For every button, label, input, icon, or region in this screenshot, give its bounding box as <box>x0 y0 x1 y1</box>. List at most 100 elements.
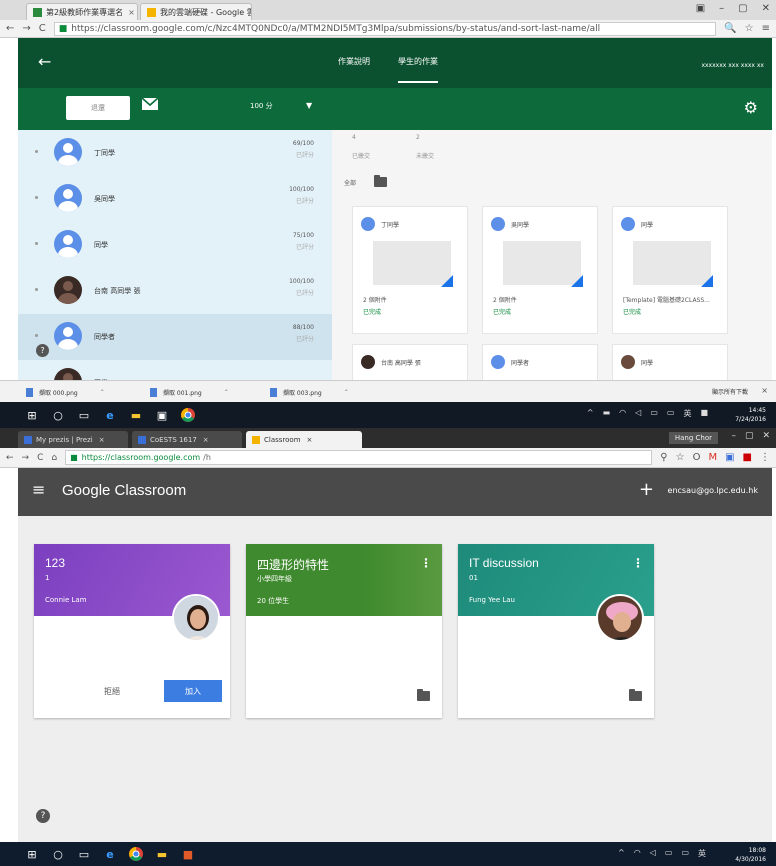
checkbox[interactable] <box>35 196 38 199</box>
filter-all[interactable]: 全部 <box>344 175 388 187</box>
url-input[interactable]: ■ https://classroom.google.com/h <box>65 450 653 465</box>
url-input[interactable]: ■ https://classroom.google.com/c/Nzc4MTQ… <box>53 21 717 36</box>
tab-student-work[interactable]: 學生的作業 <box>398 56 438 83</box>
powerpoint-icon[interactable]: ■ <box>180 846 196 862</box>
keyboard-icon[interactable]: ▭ <box>667 408 675 419</box>
minimize-icon[interactable]: – <box>719 3 724 14</box>
browser-tab-1[interactable]: 第2級教師作業專選名 × <box>26 3 138 20</box>
app-brand[interactable]: Google Classroom <box>62 482 186 499</box>
close-icon[interactable]: × <box>128 8 135 17</box>
windows-start-icon[interactable]: ⊞ <box>24 407 40 423</box>
file-explorer-icon[interactable]: ▬ <box>154 846 170 862</box>
hamburger-menu-icon[interactable]: ≡ <box>32 480 45 499</box>
notification-icon[interactable]: ▭ <box>650 408 658 419</box>
windows-start-icon[interactable]: ⊞ <box>24 846 40 862</box>
caret-down-icon[interactable]: ▼ <box>306 101 312 110</box>
checkbox[interactable] <box>35 288 38 291</box>
maximize-icon[interactable]: ▢ <box>738 3 747 14</box>
extension-icon[interactable]: ▣ <box>725 452 734 463</box>
opera-icon[interactable]: O <box>693 452 701 463</box>
student-row[interactable]: 同學 <box>18 360 332 380</box>
pdf-icon[interactable]: ■ <box>743 452 752 463</box>
download-item[interactable]: 擷取 001.png ⌃ <box>150 385 229 399</box>
edge-icon[interactable]: e <box>102 407 118 423</box>
download-item[interactable]: 擷取 000.png ⌃ <box>26 385 105 399</box>
close-window-icon[interactable]: ✕ <box>762 431 770 441</box>
volume-icon[interactable]: ◁ <box>635 408 641 419</box>
class-card[interactable]: IT discussion 01 Fung Yee Lau ⋮ <box>458 544 654 718</box>
reload-icon[interactable]: C <box>37 453 43 463</box>
store-icon[interactable]: ▣ <box>154 407 170 423</box>
close-icon[interactable]: × <box>761 386 768 395</box>
student-row[interactable]: 丁同學 69/100 已評分 <box>18 130 332 176</box>
more-vert-icon[interactable]: ⋮ <box>420 556 432 570</box>
account-menu[interactable]: encsau@go.lpc.edu.hk <box>668 486 758 495</box>
taskbar-clock[interactable]: 14:45 7/24/2016 <box>735 406 766 424</box>
submission-card[interactable]: 台南 高同學 張 <box>352 344 468 380</box>
download-item[interactable]: 擷取 003.png ⌃ <box>270 385 349 399</box>
account-name[interactable]: xxxxxxx xxx xxxx xx <box>701 62 764 69</box>
reload-icon[interactable]: C <box>39 23 46 34</box>
help-icon[interactable]: ? <box>36 344 49 357</box>
join-button[interactable]: 加入 <box>164 680 222 702</box>
chevron-up-icon[interactable]: ⌃ <box>224 389 229 396</box>
help-icon[interactable]: ? <box>36 809 50 823</box>
student-row[interactable]: 吳同學 100/100 已評分 <box>18 176 332 222</box>
forward-icon[interactable]: → <box>22 453 30 463</box>
minimize-icon[interactable]: – <box>731 431 736 441</box>
ime-mode-icon[interactable]: ■ <box>700 408 708 419</box>
user-icon[interactable]: ▣ <box>696 3 705 14</box>
submission-card[interactable]: 丁同學 2 個附件 已完成 <box>352 206 468 334</box>
notification-icon[interactable]: ▭ <box>665 848 673 859</box>
browser-tab-3[interactable]: Classroom × <box>246 431 362 448</box>
class-card[interactable]: 四邊形的特性 小學四年級 20 位學生 ⋮ <box>246 544 442 718</box>
submission-card[interactable]: 同學者 <box>482 344 598 380</box>
ime-icon[interactable]: 英 <box>683 408 691 419</box>
class-card[interactable]: 123 1 Connie Lam 拒絕 加入 <box>34 544 230 718</box>
close-icon[interactable]: × <box>99 436 105 444</box>
chevron-up-icon[interactable]: ^ <box>618 848 625 859</box>
menu-icon[interactable]: ≡ <box>762 23 770 34</box>
network-icon[interactable]: ◠ <box>634 848 641 859</box>
zoom-icon[interactable]: 🔍 <box>724 23 736 34</box>
show-all-downloads-link[interactable]: 顯示所有下載 <box>712 387 748 396</box>
volume-icon[interactable]: ◁ <box>650 848 656 859</box>
class-title[interactable]: IT discussion <box>469 556 539 570</box>
chrome-icon[interactable] <box>128 846 144 862</box>
browser-tab-2[interactable]: CoESTS 1617 × <box>132 431 242 448</box>
points-select[interactable]: 100 分 <box>250 101 273 111</box>
arrow-back-icon[interactable]: ← <box>38 52 51 71</box>
star-icon[interactable]: ☆ <box>745 23 754 34</box>
task-view-icon[interactable]: ▭ <box>76 407 92 423</box>
chrome-icon[interactable] <box>180 407 196 423</box>
browser-tab-2[interactable]: 我的雲端硬碟 - Google 雲 × <box>140 3 252 20</box>
zoom-icon[interactable]: ⚲ <box>660 452 667 463</box>
forward-icon[interactable]: → <box>22 23 30 34</box>
stat-turned-in[interactable]: 4 已繳交 <box>352 134 370 160</box>
chevron-up-icon[interactable]: ^ <box>587 408 594 419</box>
class-title[interactable]: 四邊形的特性 <box>257 556 329 573</box>
edge-icon[interactable]: e <box>102 846 118 862</box>
more-vert-icon[interactable]: ⋮ <box>632 556 644 570</box>
keyboard-icon[interactable]: ▭ <box>681 848 689 859</box>
wifi-icon[interactable]: ◠ <box>619 408 626 419</box>
maximize-icon[interactable]: ▢ <box>745 431 754 441</box>
student-row[interactable]: 同學者 88/100 已評分 <box>18 314 332 360</box>
battery-icon[interactable]: ▬ <box>603 408 611 419</box>
checkbox[interactable] <box>35 150 38 153</box>
folder-icon[interactable] <box>629 689 642 704</box>
taskbar-clock[interactable]: 18:08 4/30/2016 <box>735 846 766 864</box>
class-title[interactable]: 123 <box>45 556 65 570</box>
submission-card[interactable]: 同學 <box>612 344 728 380</box>
folder-icon[interactable] <box>374 175 388 187</box>
ime-icon[interactable]: 英 <box>698 848 706 859</box>
submission-card[interactable]: 吳同學 2 個附件 已完成 <box>482 206 598 334</box>
student-row[interactable]: 同學 75/100 已評分 <box>18 222 332 268</box>
tab-instructions[interactable]: 作業說明 <box>338 56 370 83</box>
checkbox[interactable] <box>35 334 38 337</box>
back-icon[interactable]: ← <box>6 23 14 34</box>
gmail-icon[interactable]: M <box>708 452 717 463</box>
file-explorer-icon[interactable]: ▬ <box>128 407 144 423</box>
search-icon[interactable]: ○ <box>50 407 66 423</box>
add-class-button[interactable]: + <box>639 479 654 500</box>
